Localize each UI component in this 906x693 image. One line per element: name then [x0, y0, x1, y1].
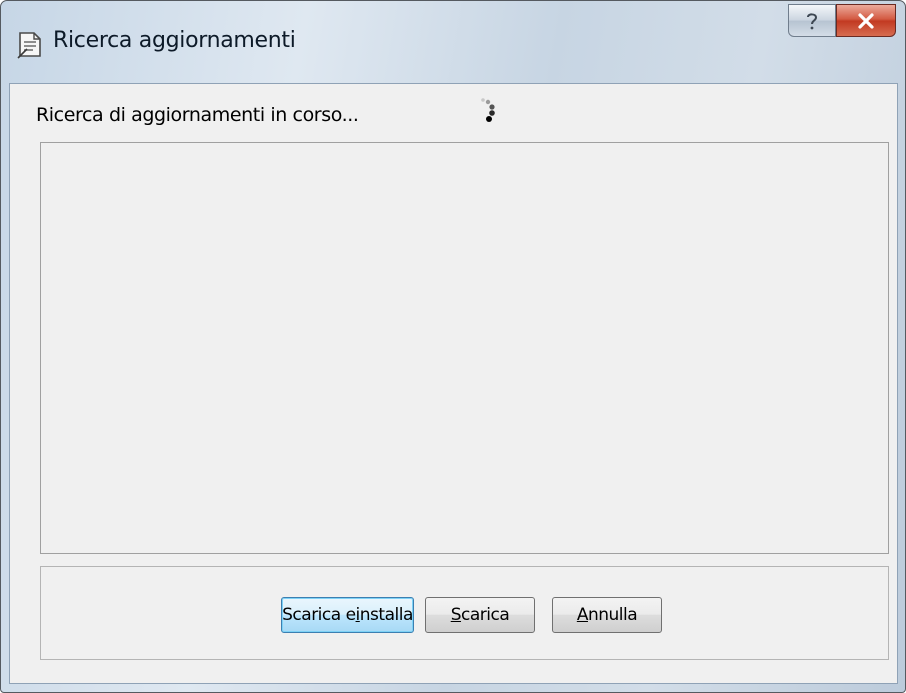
help-button[interactable]	[788, 4, 836, 37]
download-button[interactable]: Scarica	[425, 597, 535, 633]
cancel-button[interactable]: Annulla	[552, 597, 662, 633]
button-panel: Scarica e i nstalla Scarica Annulla	[40, 566, 889, 660]
close-icon	[858, 12, 874, 29]
install-label-pre: Scarica e	[282, 605, 356, 625]
dialog-client-area: Ricerca di aggiornamenti in corso... Sca…	[9, 83, 898, 684]
close-button[interactable]	[836, 4, 896, 37]
cancel-label-post: nnulla	[587, 605, 638, 625]
download-label-post: carica	[461, 605, 510, 625]
window-title: Ricerca aggiornamenti	[53, 28, 296, 53]
cancel-label-mnemonic: A	[576, 605, 589, 625]
title-bar[interactable]: Ricerca aggiornamenti	[1, 1, 905, 83]
download-label-mnemonic: S	[450, 605, 462, 625]
install-label-post: nstalla	[359, 605, 414, 625]
busy-spinner-icon	[481, 98, 495, 122]
question-mark-icon	[807, 12, 818, 29]
update-document-icon	[17, 32, 41, 59]
dialog-window: Ricerca aggiornamenti Ricerca di aggiorn…	[0, 0, 906, 693]
download-and-install-button[interactable]: Scarica e i nstalla	[281, 597, 414, 633]
search-status-text: Ricerca di aggiornamenti in corso...	[36, 104, 359, 126]
updates-list[interactable]	[40, 142, 889, 554]
